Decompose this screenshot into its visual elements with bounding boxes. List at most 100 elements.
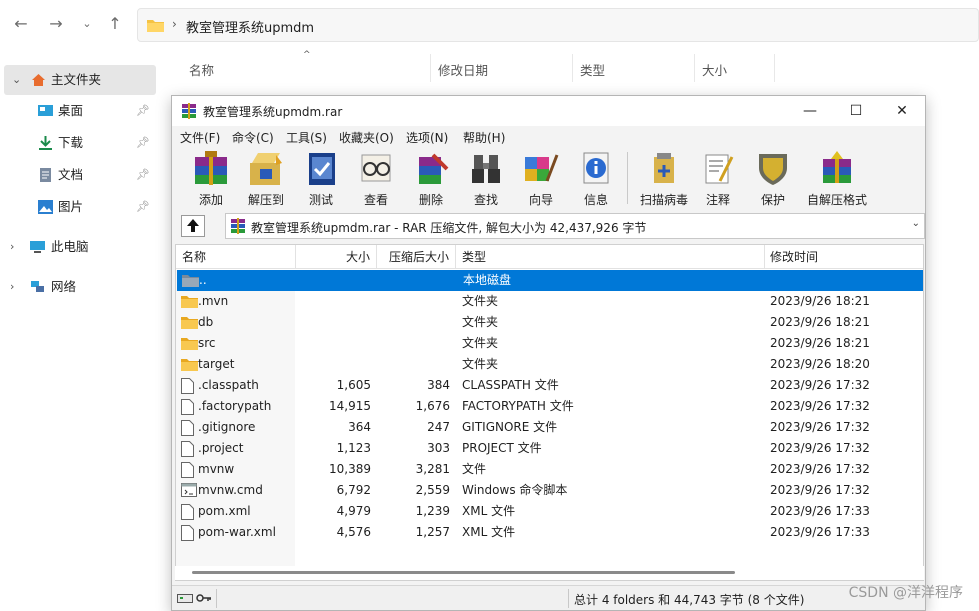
column-divider[interactable]	[295, 245, 296, 269]
add-button[interactable]: 添加	[186, 151, 236, 209]
wizard-button[interactable]: 向导	[516, 151, 566, 209]
file-packed: 1,257	[415, 525, 450, 539]
file-row[interactable]: src 文件夹 2023/9/26 18:21	[176, 333, 923, 354]
column-name[interactable]: 名称	[182, 245, 206, 269]
info-button[interactable]: 信息	[571, 151, 621, 209]
file-icon	[181, 504, 194, 520]
sidebar-item-home[interactable]: ⌄ 主文件夹	[4, 65, 156, 95]
file-row[interactable]: pom-war.xml 4,576 1,257 XML 文件 2023/9/26…	[176, 522, 923, 543]
up-one-level-button[interactable]	[181, 215, 205, 237]
column-divider[interactable]	[572, 54, 573, 82]
find-button[interactable]: 查找	[461, 151, 511, 209]
sidebar-item-label: 下载	[58, 135, 84, 150]
sidebar-item-pictures[interactable]: 图片 📌︎	[0, 192, 156, 222]
chevron-down-icon[interactable]: ⌄	[12, 65, 21, 95]
file-row[interactable]: .classpath 1,605 384 CLASSPATH 文件 2023/9…	[176, 375, 923, 396]
file-type: 文件夹	[462, 357, 499, 371]
document-icon	[40, 168, 51, 182]
column-divider[interactable]	[376, 245, 377, 269]
test-button[interactable]: 测试	[296, 151, 346, 209]
sort-arrow-icon: ^	[232, 244, 240, 251]
menu-options[interactable]: 选项(N)	[406, 129, 448, 146]
pin-icon: 📌︎	[136, 104, 150, 117]
sidebar-item-documents[interactable]: 文档 📌︎	[0, 160, 156, 190]
column-name[interactable]: 名称	[189, 60, 214, 79]
file-name: mvnw.cmd	[198, 483, 263, 497]
delete-button[interactable]: 删除	[406, 151, 456, 209]
close-button[interactable]: ✕	[879, 96, 925, 126]
file-row[interactable]: pom.xml 4,979 1,239 XML 文件 2023/9/26 17:…	[176, 501, 923, 522]
scrollbar-thumb[interactable]	[192, 571, 735, 574]
extract-to-button[interactable]: 解压到	[241, 151, 291, 209]
recent-dropdown-button[interactable]: ⌄	[76, 13, 98, 35]
file-name: pom-war.xml	[198, 525, 276, 539]
column-size[interactable]: 大小	[346, 245, 370, 269]
pin-icon: 📌︎	[136, 168, 150, 181]
file-row[interactable]: mvnw 10,389 3,281 文件 2023/9/26 17:32	[176, 459, 923, 480]
column-modified[interactable]: 修改时间	[770, 245, 818, 269]
sidebar-item-desktop[interactable]: 桌面 📌︎	[0, 96, 156, 126]
file-row[interactable]: target 文件夹 2023/9/26 18:20	[176, 354, 923, 375]
archive-path-combo[interactable]: 教室管理系统upmdm.rar - RAR 压缩文件, 解包大小为 42,437…	[225, 213, 925, 239]
menu-favorites[interactable]: 收藏夹(O)	[339, 129, 394, 146]
maximize-button[interactable]: ☐	[833, 96, 879, 126]
column-divider[interactable]	[774, 54, 775, 82]
forward-button[interactable]: →	[45, 13, 67, 35]
column-type[interactable]: 类型	[580, 60, 605, 79]
file-row[interactable]: mvnw.cmd 6,792 2,559 Windows 命令脚本 2023/9…	[176, 480, 923, 501]
toolbar: 添加 解压到 测试 查看 删除 查找 向导 信息 扫描病毒 注释 保护 自解压格…	[172, 148, 925, 210]
info-icon	[583, 152, 609, 184]
column-divider[interactable]	[764, 245, 765, 269]
file-icon	[181, 441, 194, 457]
chevron-right-icon[interactable]: ›	[10, 232, 14, 262]
file-row[interactable]: .mvn 文件夹 2023/9/26 18:21	[176, 291, 923, 312]
comment-button[interactable]: 注释	[693, 151, 743, 209]
file-type: XML 文件	[462, 504, 516, 518]
sidebar-item-label: 桌面	[58, 103, 84, 118]
picture-icon	[38, 200, 53, 214]
drive-icon[interactable]	[177, 592, 193, 604]
column-packed[interactable]: 压缩后大小	[389, 245, 449, 269]
sidebar-item-this-pc[interactable]: › 此电脑	[0, 232, 156, 262]
menu-commands[interactable]: 命令(C)	[232, 129, 274, 146]
chevron-down-icon[interactable]: ⌄	[912, 218, 920, 229]
key-icon[interactable]	[196, 592, 212, 604]
file-icon	[181, 525, 194, 541]
up-button[interactable]: ↑	[104, 13, 126, 35]
file-row[interactable]: .project 1,123 303 PROJECT 文件 2023/9/26 …	[176, 438, 923, 459]
view-button[interactable]: 查看	[351, 151, 401, 209]
column-divider[interactable]	[694, 54, 695, 82]
back-button[interactable]: ←	[10, 13, 32, 35]
chevron-right-icon[interactable]: ›	[10, 272, 14, 302]
protect-button[interactable]: 保护	[748, 151, 798, 209]
winrar-app-icon	[182, 103, 196, 119]
address-bar[interactable]: › 教室管理系统upmdm	[137, 8, 979, 42]
column-date[interactable]: 修改日期	[438, 60, 488, 79]
menu-tools[interactable]: 工具(S)	[286, 129, 327, 146]
file-row[interactable]: .gitignore 364 247 GITIGNORE 文件 2023/9/2…	[176, 417, 923, 438]
column-size[interactable]: 大小	[702, 60, 727, 79]
file-packed: 2,559	[415, 483, 450, 497]
file-modified: 2023/9/26 17:33	[770, 504, 870, 518]
column-type[interactable]: 类型	[462, 245, 486, 269]
desktop-icon	[38, 105, 53, 116]
file-name: db	[198, 315, 214, 329]
file-size: 1,123	[336, 441, 371, 455]
column-divider[interactable]	[430, 54, 431, 82]
file-size: 1,605	[336, 378, 371, 392]
file-type: GITIGNORE 文件	[462, 420, 558, 434]
file-row[interactable]: .. 本地磁盘	[177, 270, 923, 291]
sidebar-item-downloads[interactable]: 下载 📌︎	[0, 128, 156, 158]
file-row[interactable]: .factorypath 14,915 1,676 FACTORYPATH 文件…	[176, 396, 923, 417]
horizontal-scrollbar[interactable]	[175, 566, 924, 580]
file-row[interactable]: db 文件夹 2023/9/26 18:21	[176, 312, 923, 333]
title-bar[interactable]: 教室管理系统upmdm.rar — ☐ ✕	[172, 96, 925, 126]
extract-icon	[250, 153, 282, 185]
menu-file[interactable]: 文件(F)	[180, 129, 220, 146]
column-divider[interactable]	[455, 245, 456, 269]
menu-help[interactable]: 帮助(H)	[463, 129, 505, 146]
sidebar-item-network[interactable]: › 网络	[0, 272, 156, 302]
virus-scan-button[interactable]: 扫描病毒	[635, 151, 693, 209]
minimize-button[interactable]: —	[787, 96, 833, 126]
sfx-button[interactable]: 自解压格式	[804, 151, 870, 209]
